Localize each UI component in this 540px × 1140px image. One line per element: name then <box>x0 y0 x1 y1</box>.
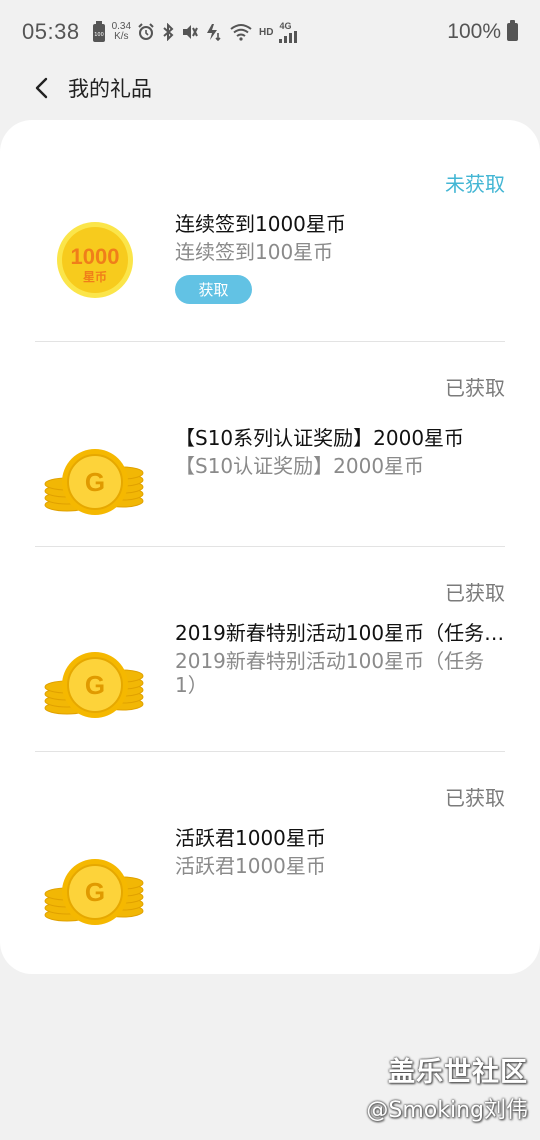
battery-icon <box>507 20 518 41</box>
battery-percent: 100% <box>447 20 501 43</box>
gift-item: 已获取 G 2019新春特别活动100星币（任务1） 2019新春特别活动100… <box>0 547 540 752</box>
alarm-icon <box>138 23 154 40</box>
claim-button[interactable]: 获取 <box>175 275 252 304</box>
gift-title: 【S10系列认证奖励】2000星币 <box>175 426 465 450</box>
svg-text:G: G <box>85 467 105 497</box>
back-button[interactable] <box>22 68 62 108</box>
coin-unit-label: 星币 <box>83 270 107 284</box>
signal-icon <box>279 30 298 43</box>
app-header: 我的礼品 <box>0 64 540 112</box>
g-coin-stack-icon: G <box>44 449 144 515</box>
star-coin-1000-icon: 1000 星币 <box>57 222 133 298</box>
gift-status-claimed: 已获取 <box>445 786 505 810</box>
battery-small-label: 100 <box>94 32 104 38</box>
wifi-icon <box>230 24 252 41</box>
status-icons-left: 100 0.34 K/s HD 4G <box>92 21 298 43</box>
battery-saver-icon: 100 <box>92 21 105 42</box>
status-icons-right: 100% <box>447 20 518 44</box>
g-coin-stack-icon: G <box>44 859 144 925</box>
gift-title: 2019新春特别活动100星币（任务1） <box>175 621 505 645</box>
gift-status-claimed: 已获取 <box>445 376 505 400</box>
net-speed: 0.34 K/s <box>112 22 131 42</box>
gift-desc: 活跃君1000星币 <box>175 854 326 878</box>
gift-desc: 【S10认证奖励】2000星币 <box>175 454 425 478</box>
signal-group: 4G <box>279 20 298 43</box>
svg-text:G: G <box>85 670 105 700</box>
gift-item: 已获取 G 活跃君1000星币 活跃君1000星币 <box>0 752 540 957</box>
status-time: 05:38 <box>22 19 80 44</box>
gift-desc: 连续签到100星币 <box>175 240 334 264</box>
hd-label: HD <box>259 26 274 38</box>
gift-title: 连续签到1000星币 <box>175 212 346 236</box>
svg-text:G: G <box>85 877 105 907</box>
gift-desc: 2019新春特别活动100星币（任务1） <box>175 649 485 697</box>
coin-amount-label: 1000 <box>71 244 120 269</box>
network-label: 4G <box>279 20 292 31</box>
bluetooth-icon <box>163 23 174 41</box>
chevron-left-icon <box>35 77 48 99</box>
gift-list-card: 未获取 1000 星币 连续签到1000星币 连续签到100星币 获取 已获取 <box>0 120 540 974</box>
mute-icon <box>183 25 198 39</box>
page-title: 我的礼品 <box>68 77 152 101</box>
watermark-author: @Smoking刘伟 <box>366 1098 528 1123</box>
gift-item: 已获取 G 【S10系列认证奖励】2000星币 【S10认证奖励】2000星币 <box>0 342 540 547</box>
net-speed-unit: K/s <box>114 31 129 42</box>
watermark-community: 盖乐世社区 <box>388 1057 528 1088</box>
gift-status-claimed: 已获取 <box>445 581 505 605</box>
gift-title: 活跃君1000星币 <box>175 826 326 850</box>
g-coin-stack-icon: G <box>44 652 144 718</box>
gift-item: 未获取 1000 星币 连续签到1000星币 连续签到100星币 获取 <box>0 120 540 325</box>
status-bar: 05:38 100 0.34 K/s HD 4G 100% <box>0 0 540 64</box>
charging-icon <box>207 24 221 41</box>
gift-status-not-claimed: 未获取 <box>445 172 505 196</box>
